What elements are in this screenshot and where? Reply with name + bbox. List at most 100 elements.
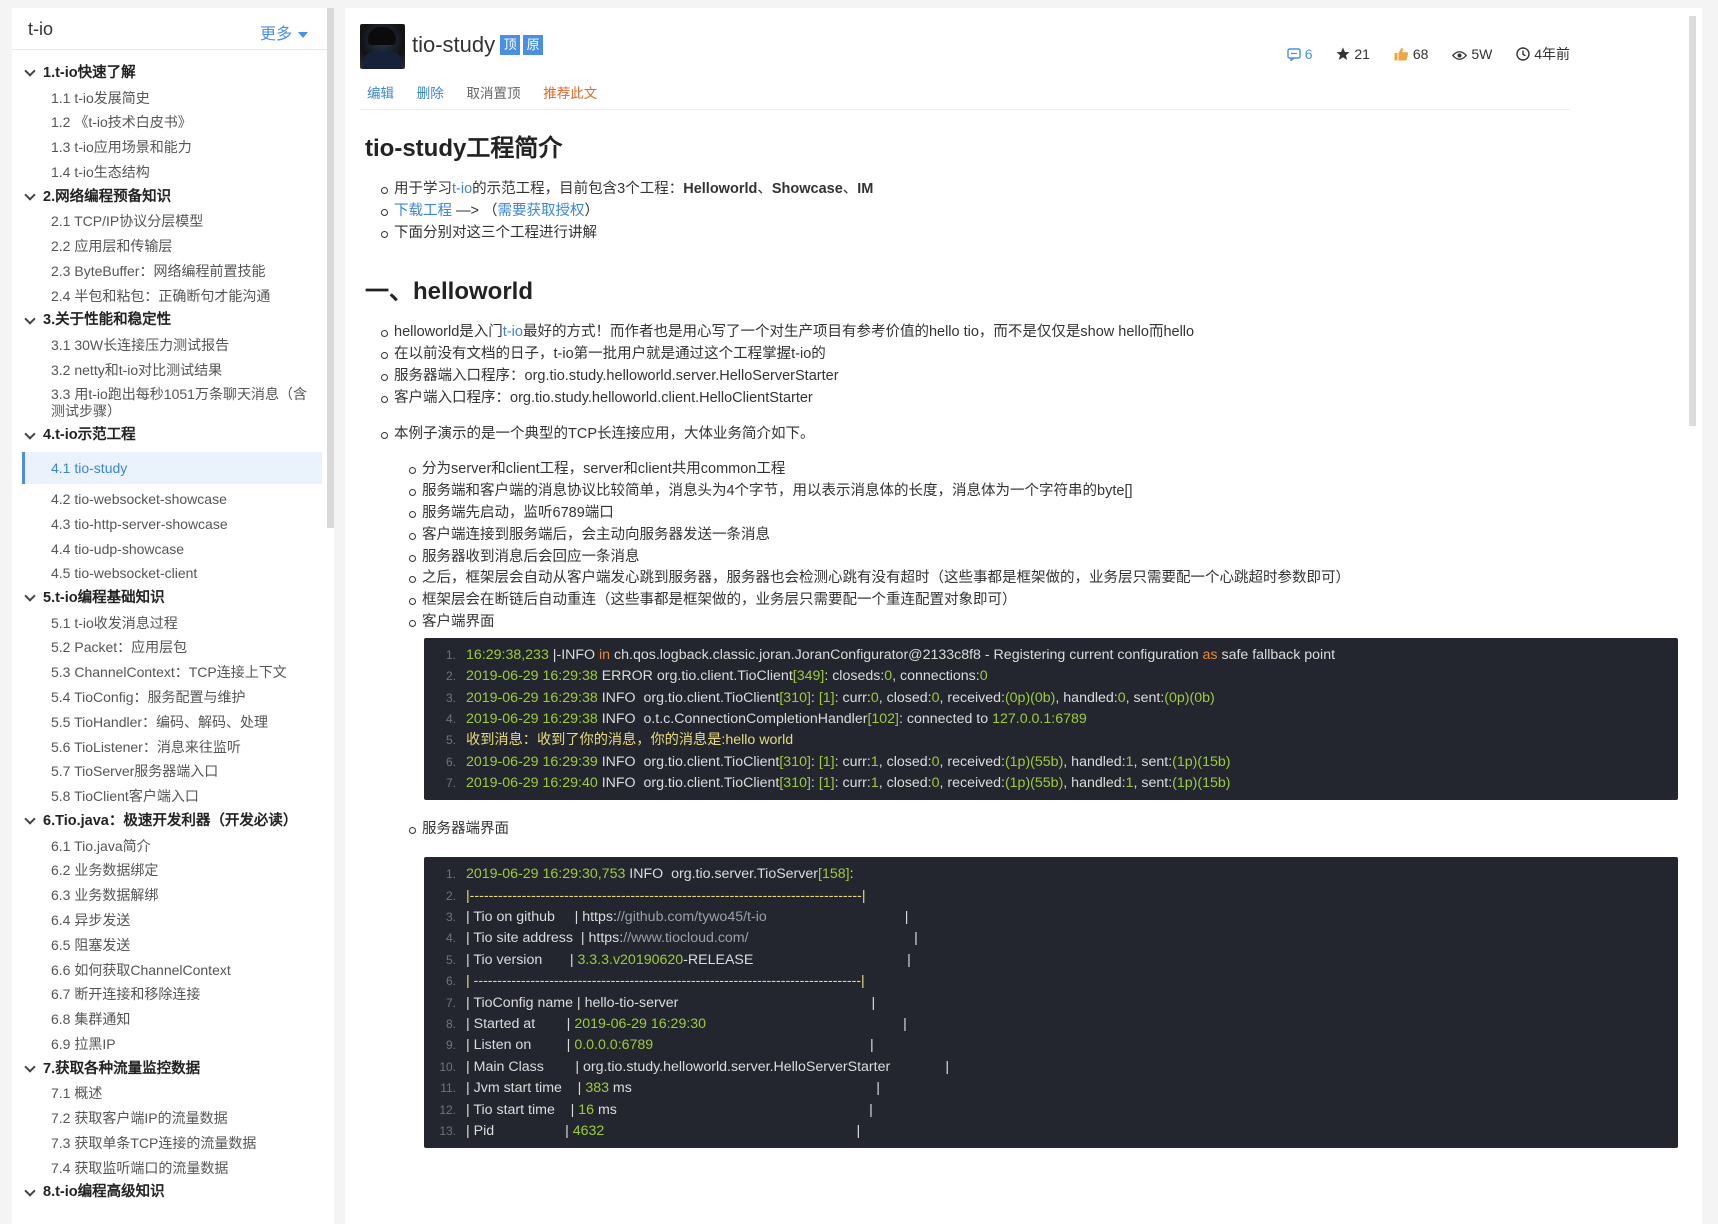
code-line: 6. 2019-06-29 16:29:39 INFO org.tio.clien… <box>424 752 1678 773</box>
chevron-down-icon <box>24 312 36 325</box>
code-line: 13. | Pid | 4632 | <box>424 1121 1678 1142</box>
toc-item[interactable]: 1.2 《t-io技术白皮书》 <box>12 110 322 135</box>
code-token: 0 <box>979 668 988 685</box>
toc-item[interactable]: 2.2 应用层和传输层 <box>12 234 322 259</box>
toc-tree: 1.t-io快速了解 1.1 t-io发展简史 1.2 《t-io技术白皮书》 1.3… <box>12 61 322 1205</box>
toc-section[interactable]: 3.关于性能和稳定性 <box>12 308 322 333</box>
more-dropdown[interactable]: 更多 <box>260 20 308 44</box>
sidebar-scrollbar[interactable] <box>327 8 334 528</box>
toc-section[interactable]: 2.网络编程预备知识 <box>12 185 322 210</box>
toc-item[interactable]: 7.4 获取监听端口的流量数据 <box>12 1156 322 1181</box>
edit-link[interactable]: 编辑 <box>367 86 394 101</box>
article-actions: 编辑 删除 取消置顶 推荐此文 <box>367 82 616 102</box>
toc-item[interactable]: 6.9 拉黑IP <box>12 1032 322 1057</box>
code-text: | --------------------------------------… <box>464 971 865 992</box>
toc-item[interactable]: 7.3 获取单条TCP连接的流量数据 <box>12 1131 322 1156</box>
code-token: (0p)(0b) <box>1164 689 1215 706</box>
toc-item[interactable]: 5.1 t-io收发消息过程 <box>12 611 322 636</box>
tio-link[interactable]: t-io <box>452 181 472 197</box>
toc-item[interactable]: 6.1 Tio.java简介 <box>12 834 322 859</box>
server-log-codeblock: 1. 2019-06-29 16:29:30,753 INFO org.tio.s… <box>424 857 1678 1149</box>
toc-item[interactable]: 4.2 tio-websocket-showcase <box>12 487 322 512</box>
toc-item[interactable]: 6.7 断开连接和移除连接 <box>12 982 322 1007</box>
authorization-link[interactable]: 需要获取授权 <box>498 203 585 219</box>
code-token: [310] <box>779 775 811 792</box>
toc-item[interactable]: 4.1 tio-study <box>22 451 322 484</box>
code-line: 3. 2019-06-29 16:29:38 INFO org.tio.clien… <box>424 688 1678 709</box>
toc-section[interactable]: 1.t-io快速了解 <box>12 61 322 86</box>
toc-item[interactable]: 1.3 t-io应用场景和能力 <box>12 135 322 160</box>
toc-item[interactable]: 2.3 ByteBuffer：网络编程前置技能 <box>12 259 322 284</box>
code-line: 2. 2019-06-29 16:29:38 ERROR org.tio.clie… <box>424 666 1678 687</box>
code-token: 2019-06-29 16:29:38 <box>466 689 598 706</box>
toc-section[interactable]: 5.t-io编程基础知识 <box>12 586 322 611</box>
code-token: | <box>653 1037 874 1054</box>
toc-item[interactable]: 5.8 TioClient客户端入口 <box>12 784 322 809</box>
toc-item[interactable]: 2.4 半包和粘包：正确断句才能沟通 <box>12 284 322 309</box>
likes-stat[interactable]: 68 <box>1394 46 1428 62</box>
code-token: | Tio version | <box>466 951 578 968</box>
toc-item[interactable]: 4.3 tio-http-server-showcase <box>12 512 322 537</box>
line-number: 4. <box>445 711 456 726</box>
toc-item[interactable]: 1.1 t-io发展简史 <box>12 86 322 111</box>
toc-item[interactable]: 6.3 业务数据解绑 <box>12 883 322 908</box>
delete-link[interactable]: 删除 <box>417 86 444 101</box>
toc-item[interactable]: 7.2 获取客户端IP的流量数据 <box>12 1106 322 1131</box>
list-item: 下面分别对这三个工程进行讲解 <box>381 223 1685 245</box>
toc-item[interactable]: 5.6 TioListener：消息来往监听 <box>12 735 322 760</box>
toc-section[interactable]: 7.获取各种流量监控数据 <box>12 1057 322 1082</box>
toc-item[interactable]: 7.1 概述 <box>12 1081 322 1106</box>
code-line: 1. 2019-06-29 16:29:30,753 INFO org.tio.s… <box>424 864 1678 885</box>
toc-item[interactable]: 6.6 如何获取ChannelContext <box>12 958 322 983</box>
toc-item[interactable]: 1.4 t-io生态结构 <box>12 160 322 185</box>
toc-item[interactable]: 6.8 集群通知 <box>12 1007 322 1032</box>
code-token: 0 <box>870 689 879 706</box>
toc-item[interactable]: 6.2 业务数据绑定 <box>12 858 322 883</box>
code-token: 1 <box>870 753 879 770</box>
recommend-link[interactable]: 推荐此文 <box>543 86 597 101</box>
avatar[interactable] <box>360 24 405 69</box>
unpin-link[interactable]: 取消置顶 <box>467 86 521 101</box>
toc-item[interactable]: 3.3 用t-io跑出每秒1051万条聊天消息（含测试步骤） <box>12 382 322 423</box>
code-token: [1] <box>818 689 835 706</box>
toc-item[interactable]: 5.7 TioServer服务器端入口 <box>12 759 322 784</box>
toc-section-label: 1.t-io快速了解 <box>43 65 136 81</box>
line-number: 5. <box>445 952 456 967</box>
toc-item[interactable]: 5.3 ChannelContext：TCP连接上下文 <box>12 660 322 685</box>
toc-item[interactable]: 5.5 TioHandler：编码、解码、处理 <box>12 710 322 735</box>
code-token: , received: <box>939 753 1005 770</box>
list-item: 框架层会在断链后自动重连（这些事都是框架做的，业务层只需要配一个重连配置对象即可… <box>409 590 1685 612</box>
list-item: 本例子演示的是一个典型的TCP长连接应用，大体业务简介如下。 <box>381 424 1685 446</box>
project-name: Showcase <box>771 181 843 197</box>
chevron-down-icon <box>24 427 36 440</box>
toc-section-label: 6.Tio.java：极速开发利器（开发必读） <box>43 813 298 830</box>
toc-item[interactable]: 4.5 tio-websocket-client <box>12 561 322 586</box>
toc-item[interactable]: 3.1 30W长连接压力测试报告 <box>12 333 322 358</box>
clock-icon <box>1516 47 1530 61</box>
code-line: 6. | ------------------------------------… <box>424 971 1678 992</box>
chevron-down-icon <box>24 1061 36 1073</box>
toc-item[interactable]: 5.2 Packet：应用层包 <box>12 635 322 660</box>
toc-item[interactable]: 6.4 异步发送 <box>12 908 322 933</box>
code-text: | Listen on | 0.0.0.0:6789 | <box>464 1035 874 1056</box>
toc-section[interactable]: 6.Tio.java：极速开发利器（开发必读） <box>12 809 322 834</box>
code-token: | <box>748 930 918 947</box>
code-token: ms | <box>608 1080 880 1097</box>
tio-link[interactable]: t-io <box>503 324 523 340</box>
comments-stat[interactable]: 6 <box>1286 46 1312 62</box>
toc-section[interactable]: 4.t-io示范工程 <box>12 423 322 448</box>
download-link[interactable]: 下载工程 <box>394 203 452 219</box>
code-token: | Tio site address | https: <box>466 930 624 947</box>
toc-item[interactable]: 5.4 TioConfig：服务配置与维护 <box>12 685 322 710</box>
toc-item[interactable]: 6.5 阻塞发送 <box>12 933 322 958</box>
toc-item[interactable]: 3.2 netty和t-io对比测试结果 <box>12 358 322 383</box>
app: t-io 更多 1.t-io快速了解 1.1 t-io发展简史 1.2 《t-io技… <box>0 0 1718 1224</box>
code-token: ERROR org.tio.client.TioClient <box>597 668 793 685</box>
code-token: [1] <box>818 753 835 770</box>
stars-stat[interactable]: 21 <box>1336 46 1370 62</box>
toc-item[interactable]: 2.1 TCP/IP协议分层模型 <box>12 209 322 234</box>
toc-section[interactable]: 8.t-io编程高级知识 <box>12 1180 322 1205</box>
toc-item[interactable]: 4.4 tio-udp-showcase <box>12 537 322 562</box>
main-scrollbar[interactable] <box>1689 16 1696 426</box>
line-number: 8. <box>445 1017 456 1032</box>
